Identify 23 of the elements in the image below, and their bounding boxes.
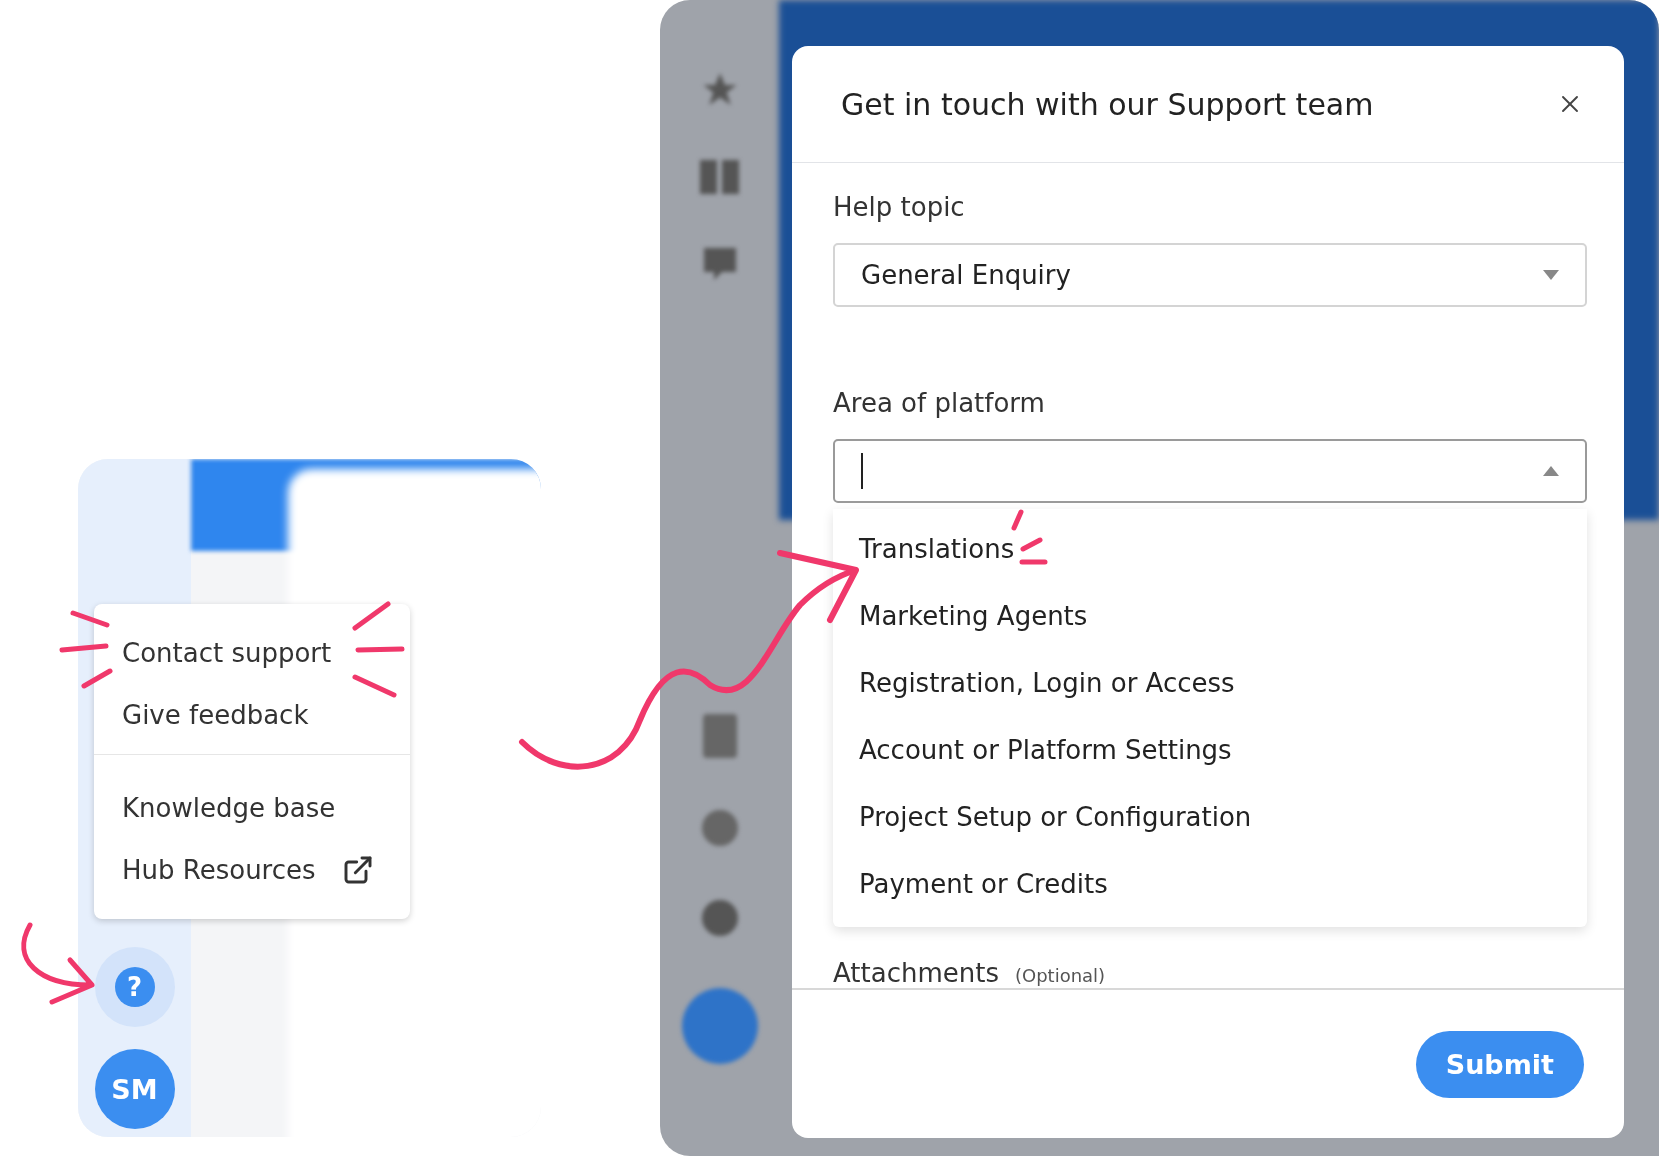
menu-item[interactable]: Hub Resources — [94, 839, 410, 901]
dropdown-option[interactable]: Account or Platform Settings — [833, 716, 1587, 783]
dropdown-option[interactable]: Translations — [833, 515, 1587, 582]
select-field[interactable]: General Enquiry — [833, 243, 1587, 307]
select-field[interactable] — [833, 439, 1587, 503]
avatar-icon — [681, 988, 758, 1064]
dropdown-option[interactable]: Registration, Login or Access — [833, 649, 1587, 716]
menu-item[interactable]: Give feedback — [94, 684, 410, 746]
columns-icon — [699, 160, 740, 194]
optional-note: (Optional) — [1014, 965, 1106, 986]
dropdown-option[interactable]: Marketing Agents — [833, 582, 1587, 649]
field-label: Help topic — [833, 191, 966, 224]
attachments-label: Attachments — [833, 958, 999, 988]
caret-icon — [1543, 466, 1559, 476]
menu-item[interactable]: Contact support — [94, 622, 410, 684]
menu-item[interactable]: Knowledge base — [94, 777, 410, 839]
dialog-title: Get in touch with our Support team — [841, 86, 1374, 122]
caret-icon — [1543, 270, 1559, 280]
emphasis-marks-drawing — [1011, 509, 1048, 565]
document-icon — [702, 714, 737, 758]
field-label: Area of platform — [833, 387, 1046, 420]
dropdown-option[interactable]: Payment or Credits — [833, 850, 1587, 917]
dropdown-option[interactable]: Project Setup or Configuration — [833, 783, 1587, 850]
